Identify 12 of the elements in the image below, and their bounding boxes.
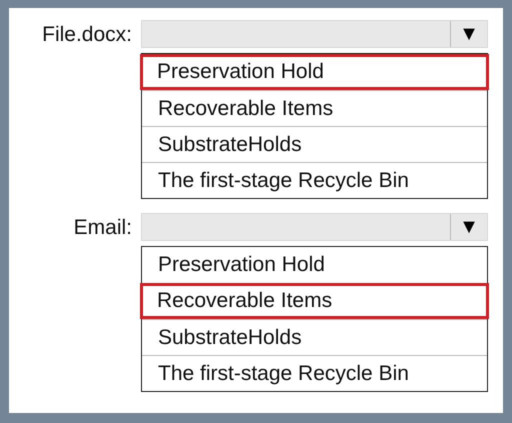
field-label: File.docx:: [41, 22, 132, 48]
option-item[interactable]: Recoverable Items: [142, 90, 487, 126]
option-item[interactable]: The first-stage Recycle Bin: [142, 355, 487, 391]
field-label: Email:: [72, 215, 132, 241]
option-item[interactable]: SubstrateHolds: [142, 126, 487, 162]
dropdown[interactable]: ▼: [141, 20, 488, 48]
option-item[interactable]: The first-stage Recycle Bin: [142, 162, 487, 198]
option-item[interactable]: Recoverable Items: [140, 283, 489, 319]
option-item[interactable]: Preservation Hold: [140, 54, 489, 90]
dropdown[interactable]: ▼: [141, 213, 488, 241]
option-item[interactable]: SubstrateHolds: [142, 319, 487, 355]
option-item[interactable]: Preservation Hold: [142, 247, 487, 283]
